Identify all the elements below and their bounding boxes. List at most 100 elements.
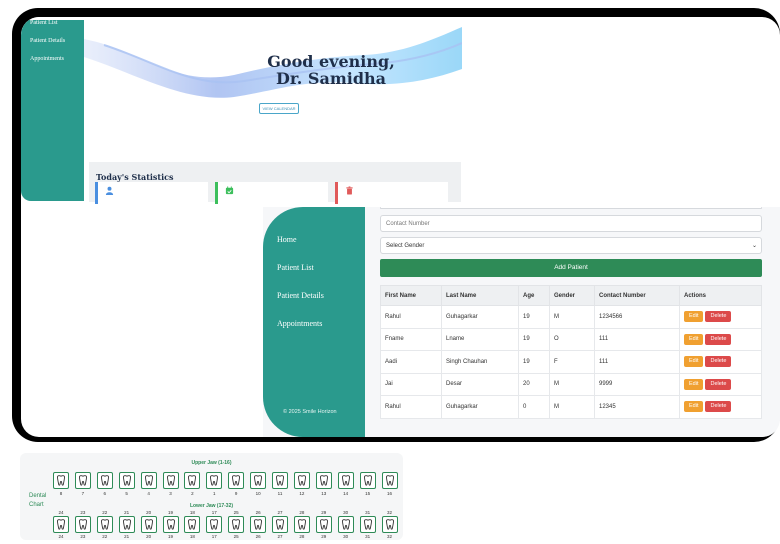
table-row: Rahul Guhagarkar 19 M 1234566 Edit Delete	[380, 305, 762, 329]
delete-button[interactable]: Delete	[705, 311, 732, 323]
cell-age: 19	[518, 327, 550, 351]
dental-chart-label-line-2: Chart	[29, 502, 44, 508]
upper-jaw-title: Upper Jaw (1-16)	[191, 460, 232, 466]
lower-tooth-number-top: 22	[102, 510, 108, 515]
upper-tooth-number: 8	[59, 491, 63, 496]
tooth-icon[interactable]	[250, 472, 267, 489]
lower-tooth-number-top: 29	[321, 510, 327, 515]
device-screen: Patient List Patient Details Appointment…	[21, 17, 780, 437]
delete-button[interactable]: Delete	[705, 378, 732, 390]
edit-button[interactable]: Edit	[684, 378, 704, 390]
tooth-icon[interactable]	[337, 472, 354, 489]
lower-tooth-number-top: 19	[167, 510, 173, 515]
tooth-icon[interactable]	[228, 472, 245, 489]
tooth-icon[interactable]	[293, 516, 310, 533]
tooth-icon[interactable]	[74, 516, 91, 533]
tooth-icon[interactable]	[337, 516, 354, 533]
cell-first-name: Rahul	[380, 305, 442, 329]
col-gender: Gender	[549, 285, 595, 306]
lower-tooth-number-top: 30	[343, 510, 349, 515]
table-row: Rahul Guhagarkar 0 M 12345 Edit Delete	[380, 395, 762, 419]
col-actions: Actions	[679, 285, 762, 306]
tooth-icon[interactable]	[359, 472, 376, 489]
dash-sidebar-item-appointments[interactable]: Appointments	[30, 56, 64, 62]
edit-button[interactable]: Edit	[684, 333, 704, 345]
tooth-icon[interactable]	[315, 516, 332, 533]
tooth-icon[interactable]	[206, 472, 223, 489]
cell-last-name: Singh Chauhan	[441, 350, 519, 374]
table-header-row: First Name Last Name Age Gender Contact …	[380, 285, 762, 306]
upper-tooth-number: 14	[343, 491, 349, 496]
dash-sidebar-item-patient-list[interactable]: Patient List	[30, 20, 58, 26]
sidebar-item-patient-details[interactable]: Patient Details	[277, 291, 324, 300]
upper-tooth-number: 2	[191, 491, 194, 496]
previous-field-edge	[380, 207, 762, 209]
lower-tooth-number-bottom: 30	[343, 534, 349, 539]
tooth-icon[interactable]	[228, 516, 245, 533]
tooth-icon[interactable]	[359, 516, 376, 533]
upper-tooth-number: 6	[103, 491, 107, 496]
lower-tooth-number-top: 26	[255, 510, 261, 515]
tooth-icon[interactable]	[206, 516, 223, 533]
upper-tooth-number: 7	[81, 491, 85, 496]
sidebar-item-patient-list[interactable]: Patient List	[277, 263, 314, 272]
tooth-icon[interactable]	[250, 516, 267, 533]
dashboard-sidebar: Patient List Patient Details Appointment…	[21, 20, 84, 201]
cell-gender: F	[549, 350, 595, 374]
tooth-icon[interactable]	[184, 472, 201, 489]
delete-button[interactable]: Delete	[705, 356, 732, 368]
cell-actions: Edit Delete	[679, 395, 762, 419]
tooth-icon[interactable]	[96, 472, 113, 489]
lower-tooth-number-bottom: 25	[233, 534, 239, 539]
add-patient-button[interactable]: Add Patient	[380, 259, 762, 277]
cell-contact-number: 111	[594, 327, 680, 351]
col-last-name: Last Name	[441, 285, 519, 306]
tooth-icon[interactable]	[381, 516, 398, 533]
upper-tooth-number: 9	[234, 491, 238, 496]
tooth-icon[interactable]	[272, 516, 288, 533]
tooth-icon[interactable]	[184, 516, 201, 533]
tooth-icon[interactable]	[118, 516, 135, 533]
upper-tooth-number: 4	[147, 491, 150, 496]
delete-button[interactable]: Delete	[705, 333, 732, 345]
sidebar-item-appointments[interactable]: Appointments	[277, 319, 322, 328]
tooth-icon[interactable]	[118, 472, 135, 489]
upper-tooth-number: 11	[277, 491, 283, 496]
tooth-icon[interactable]	[381, 472, 398, 489]
sidebar-item-home[interactable]: Home	[277, 235, 297, 244]
gender-select[interactable]: Select Gender ⌄	[380, 237, 762, 254]
cell-first-name: Jai	[380, 372, 442, 396]
tooth-icon[interactable]	[140, 516, 157, 533]
tooth-icon[interactable]	[293, 472, 310, 489]
lower-tooth-number-bottom: 20	[146, 534, 152, 539]
lower-tooth-number-bottom: 29	[321, 534, 327, 539]
edit-button[interactable]: Edit	[684, 356, 704, 368]
tooth-icon[interactable]	[96, 516, 113, 533]
contact-number-input[interactable]: Contact Number	[380, 215, 762, 232]
edit-button[interactable]: Edit	[684, 401, 704, 413]
view-calendar-button[interactable]: VIEW CALENDAR	[259, 103, 299, 114]
edit-button[interactable]: Edit	[684, 311, 704, 323]
stat-card-cancelled	[335, 182, 448, 204]
cell-gender: O	[549, 327, 595, 351]
cell-actions: Edit Delete	[679, 327, 762, 351]
cell-last-name: Desar	[441, 372, 519, 396]
trash-icon	[345, 186, 354, 197]
tooth-icon[interactable]	[162, 516, 179, 533]
tooth-icon[interactable]	[53, 516, 69, 533]
lower-tooth-number-bottom: 26	[255, 534, 261, 539]
tooth-icon[interactable]	[74, 472, 91, 489]
tooth-icon[interactable]	[315, 472, 332, 489]
upper-tooth-number: 16	[386, 491, 392, 496]
cell-last-name: Guhagarkar	[441, 395, 519, 419]
tooth-icon[interactable]	[140, 472, 157, 489]
dash-sidebar-item-patient-details[interactable]: Patient Details	[30, 38, 65, 44]
delete-button[interactable]: Delete	[705, 401, 732, 413]
tooth-icon[interactable]	[53, 472, 69, 489]
lower-tooth-number-top: 23	[80, 510, 86, 515]
patients-table: First Name Last Name Age Gender Contact …	[380, 285, 762, 419]
cell-age: 19	[518, 350, 550, 374]
tooth-icon[interactable]	[272, 472, 288, 489]
table-row: Jai Desar 20 M 9999 Edit Delete	[380, 372, 762, 396]
tooth-icon[interactable]	[162, 472, 179, 489]
